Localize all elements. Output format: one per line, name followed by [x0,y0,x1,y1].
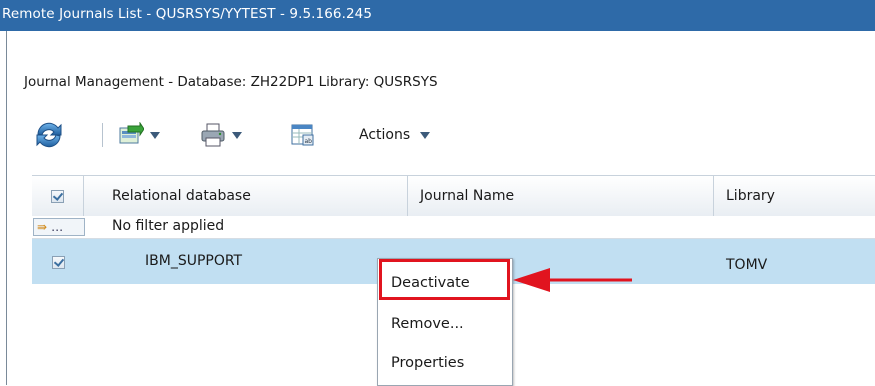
callout-arrow-icon [513,268,632,292]
